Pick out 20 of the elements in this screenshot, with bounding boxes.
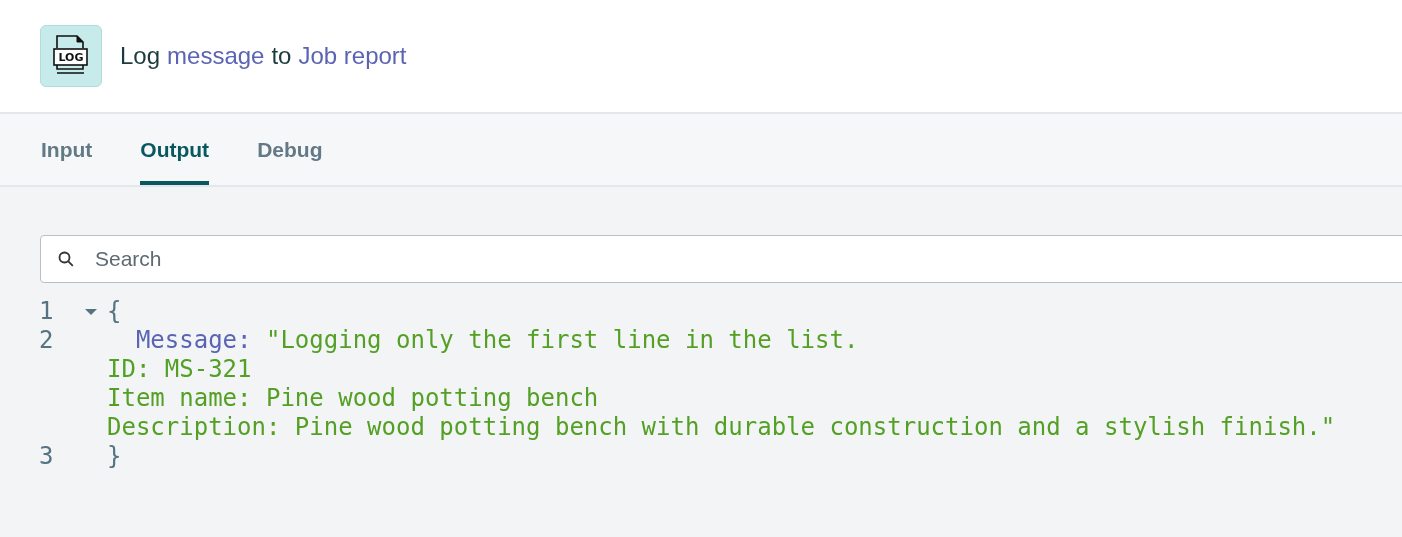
code-line: ID: MS-321 <box>107 355 252 384</box>
caret-icon[interactable] <box>85 307 97 316</box>
search-field[interactable]: Search <box>40 235 1402 283</box>
title-text: to <box>271 42 292 70</box>
tab[interactable]: Output <box>140 114 210 185</box>
code-line: { <box>107 297 122 326</box>
line-number: 2 <box>39 326 55 355</box>
code-line: Item name: Pine wood potting bench <box>107 384 599 413</box>
title-text: Log <box>120 42 161 70</box>
tab[interactable]: Debug <box>257 114 323 185</box>
line-number: 3 <box>39 442 55 471</box>
code-line: Description: Pine wood potting bench with durable construction and a stylish finish." <box>107 413 1336 442</box>
title-link[interactable]: Job report <box>298 42 407 70</box>
code-line: Message: "Logging only the first line in the list. <box>134 326 859 355</box>
log-label: LOG <box>57 52 85 64</box>
search-icon <box>57 250 75 268</box>
line-number: 1 <box>39 297 55 326</box>
title-link[interactable]: message <box>167 42 265 70</box>
code-line: } <box>107 442 122 471</box>
tab[interactable]: Input <box>41 114 93 185</box>
